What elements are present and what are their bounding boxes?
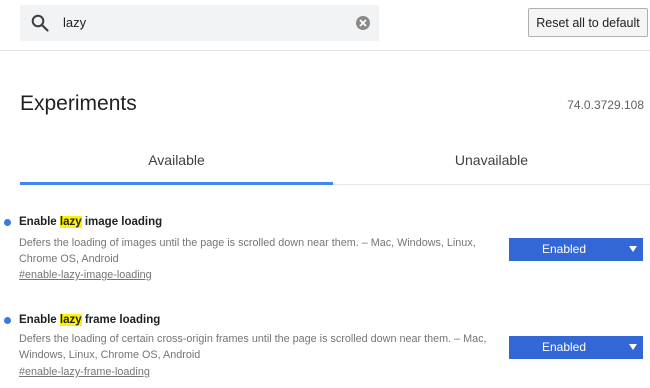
experiment-lazy-frame-loading: Enable lazy frame loading Defers the loa… xyxy=(0,310,650,385)
select-value: Enabled xyxy=(541,340,587,354)
select-value: Enabled xyxy=(541,242,587,256)
title-suffix: image loading xyxy=(81,216,163,228)
experiment-title: Enable lazy frame loading xyxy=(19,314,160,326)
reset-all-button[interactable]: Reset all to default xyxy=(528,8,648,37)
page-title: Experiments xyxy=(20,92,137,115)
tab-selected-indicator xyxy=(20,182,333,185)
experiment-lazy-image-loading: Enable lazy image loading Defers the loa… xyxy=(0,212,650,287)
experiment-title: Enable lazy image loading xyxy=(19,216,162,228)
title-suffix: frame loading xyxy=(81,314,161,326)
search-highlight: lazy xyxy=(59,216,82,228)
version-label: 74.0.3729.108 xyxy=(567,98,644,112)
experiment-state-select[interactable]: Enabled xyxy=(509,336,643,359)
experiment-state-select[interactable]: Enabled xyxy=(509,238,643,261)
tab-unavailable[interactable]: Unavailable xyxy=(333,135,650,183)
modified-dot xyxy=(4,317,11,324)
tab-bar: Available Unavailable xyxy=(20,135,650,185)
search-box[interactable] xyxy=(20,5,379,41)
experiment-permalink[interactable]: #enable-lazy-frame-loading xyxy=(19,366,150,378)
chevron-down-icon xyxy=(629,344,637,350)
chevron-down-icon xyxy=(629,246,637,252)
experiment-description: Defers the loading of certain cross-orig… xyxy=(19,333,487,361)
search-input[interactable] xyxy=(63,5,353,41)
clear-icon[interactable] xyxy=(355,15,371,31)
header: Reset all to default xyxy=(0,0,650,51)
title-prefix: Enable xyxy=(19,314,60,326)
experiment-permalink[interactable]: #enable-lazy-image-loading xyxy=(19,269,152,281)
search-highlight: lazy xyxy=(59,314,82,326)
experiment-description: Defers the loading of images until the p… xyxy=(19,237,476,265)
title-prefix: Enable xyxy=(19,216,60,228)
tab-available[interactable]: Available xyxy=(20,135,333,183)
search-icon xyxy=(31,14,49,32)
modified-dot xyxy=(4,219,11,226)
